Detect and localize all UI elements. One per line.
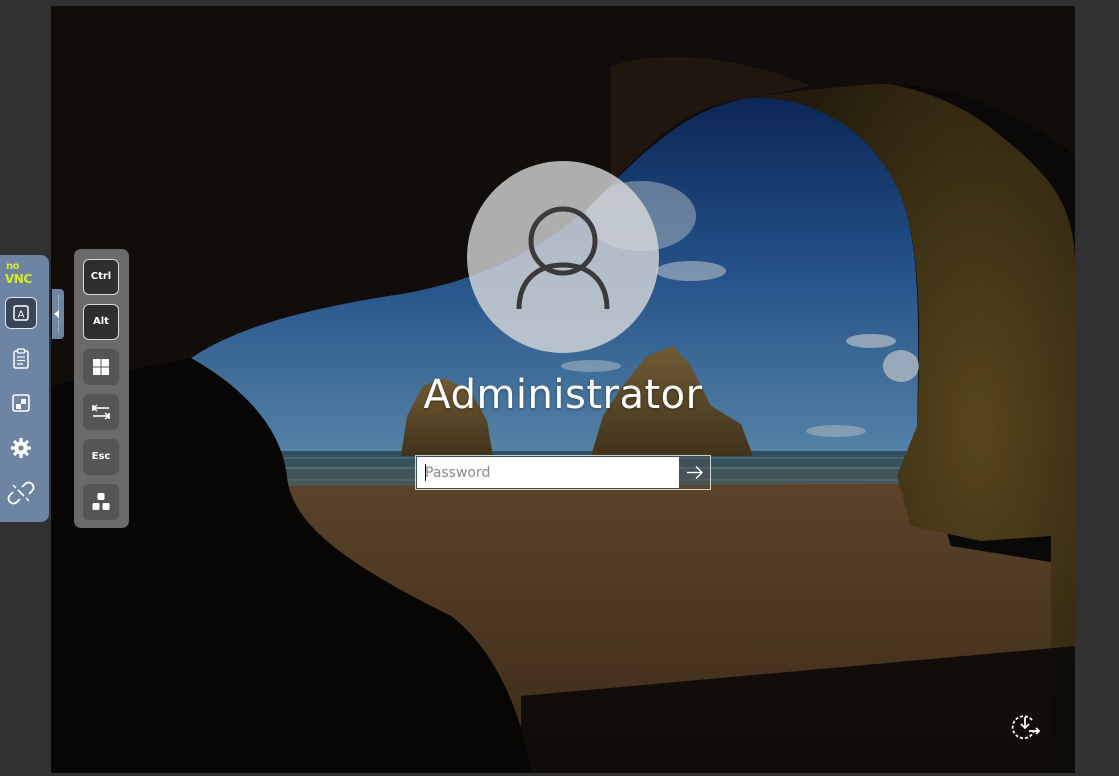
arrow-right-icon xyxy=(687,466,703,479)
windows-key-button[interactable] xyxy=(83,349,119,385)
keyboard-icon: A xyxy=(13,305,29,321)
collapse-arrow-icon xyxy=(54,310,59,318)
fullscreen-button[interactable] xyxy=(5,387,37,419)
remote-screen[interactable]: Administrator xyxy=(51,6,1075,773)
tab-key-button[interactable] xyxy=(83,394,119,430)
disconnect-button[interactable] xyxy=(5,477,37,509)
esc-key-button[interactable]: Esc xyxy=(83,439,119,475)
user-avatar xyxy=(467,161,659,353)
fullscreen-icon xyxy=(12,394,30,412)
ease-of-access-icon xyxy=(1011,715,1041,740)
keyboard-button[interactable]: A xyxy=(5,297,37,329)
control-bar-handle[interactable] xyxy=(52,289,64,339)
ctrl-alt-del-button[interactable] xyxy=(83,484,119,520)
novnc-control-bar: no VNC A xyxy=(0,255,49,522)
tab-icon xyxy=(91,404,111,420)
logo-text-vnc: VNC xyxy=(5,272,32,286)
extra-keys-panel: Ctrl Alt Esc xyxy=(74,249,129,528)
settings-button[interactable] xyxy=(5,432,37,464)
ctrl-alt-del-icon xyxy=(92,493,110,510)
alt-key-button[interactable]: Alt xyxy=(83,304,119,340)
text-caret xyxy=(425,464,426,481)
logo-text-no: no xyxy=(6,261,20,272)
novnc-logo: no VNC xyxy=(4,262,44,288)
windows-icon xyxy=(93,359,109,375)
password-input[interactable] xyxy=(417,457,679,488)
ease-of-access-button[interactable] xyxy=(1007,709,1043,745)
gear-icon xyxy=(11,438,31,458)
clipboard-button[interactable] xyxy=(5,343,37,375)
submit-button[interactable] xyxy=(680,457,710,488)
svg-text:A: A xyxy=(18,310,25,321)
user-icon xyxy=(516,206,610,310)
disconnect-icon xyxy=(7,481,35,505)
password-box xyxy=(415,455,711,490)
ctrl-key-button[interactable]: Ctrl xyxy=(83,259,119,295)
username-label: Administrator xyxy=(423,372,703,418)
clipboard-icon xyxy=(13,348,29,369)
